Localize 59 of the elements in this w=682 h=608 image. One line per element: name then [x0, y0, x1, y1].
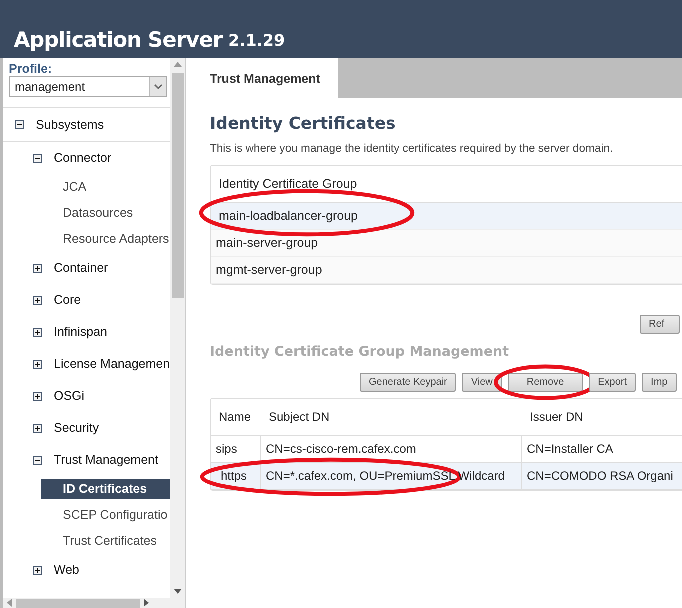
profile-label: Profile: — [9, 62, 54, 76]
tree-item[interactable]: Core — [54, 293, 82, 307]
expand-icon[interactable] — [33, 328, 42, 336]
tree-item[interactable]: SCEP Configuratio — [63, 508, 168, 522]
column-header: Issuer DN — [530, 410, 584, 424]
group-name: main-server-group — [216, 236, 318, 250]
collapse-icon[interactable] — [33, 154, 42, 162]
section-description: This is where you manage the identity certificates required by the server domain. — [210, 143, 614, 155]
tree-item[interactable]: Subsystems — [36, 118, 104, 132]
table-cell: CN=Installer CA — [527, 442, 614, 456]
action-button[interactable]: Remove — [508, 373, 584, 392]
tree-item[interactable]: Connector — [54, 151, 112, 165]
table-cell: sips — [216, 442, 238, 456]
scroll-down-icon[interactable] — [174, 589, 182, 594]
table-cell: CN=cs-cisco-rem.cafex.com — [266, 442, 416, 456]
vertical-scrollbar[interactable] — [170, 58, 185, 598]
scroll-right-icon[interactable] — [144, 599, 149, 607]
table-cell: CN=COMODO RSA Organi — [527, 469, 674, 483]
expand-icon[interactable] — [33, 296, 42, 304]
column-header: Subject DN — [269, 410, 330, 424]
version-label: 2.1.29 — [228, 31, 286, 50]
tree-item[interactable]: Security — [54, 421, 100, 435]
tree-item[interactable]: License Managemen — [54, 357, 170, 371]
group-row[interactable]: main-loadbalancer-group — [211, 203, 682, 230]
tree-item[interactable]: ID Certificates — [41, 479, 170, 499]
column-header: Identity Certificate Group — [219, 177, 358, 191]
chevron-down-icon — [154, 84, 162, 90]
expand-icon[interactable] — [33, 392, 42, 400]
action-button[interactable]: Imp — [642, 373, 677, 392]
tree-item[interactable]: Container — [54, 261, 108, 275]
column-header: Name — [219, 410, 252, 424]
tree-item[interactable]: Resource Adapters — [63, 232, 170, 246]
section-heading: Identity Certificate Group Management — [210, 344, 510, 360]
horizontal-scrollbar[interactable] — [3, 598, 185, 608]
table-cell: https — [221, 469, 248, 483]
tree-item[interactable]: Datasources — [63, 206, 134, 220]
expand-icon[interactable] — [33, 424, 42, 432]
tree-item[interactable]: Infinispan — [54, 325, 108, 339]
expand-icon[interactable] — [33, 264, 42, 272]
tree-item[interactable]: Trust Management — [54, 453, 158, 467]
group-row[interactable]: main-server-group — [211, 230, 682, 257]
group-row[interactable]: mgmt-server-group — [211, 257, 682, 284]
expand-icon[interactable] — [33, 566, 42, 574]
collapse-icon[interactable] — [33, 456, 42, 464]
tree-item[interactable]: Trust Certificates — [63, 534, 158, 548]
profile-select[interactable]: management — [9, 76, 167, 97]
app-title: Application Server — [14, 28, 222, 52]
tree-item[interactable]: OSGi — [54, 389, 85, 403]
tab[interactable]: Trust Management — [190, 58, 338, 98]
group-name: main-loadbalancer-group — [219, 209, 358, 223]
section-heading: Identity Certificates — [210, 114, 397, 133]
expand-icon[interactable] — [33, 360, 42, 368]
action-button[interactable]: Generate Keypair — [360, 373, 456, 392]
tree-item[interactable]: Web — [54, 563, 80, 577]
refresh-button[interactable]: Ref — [640, 315, 680, 334]
group-name: mgmt-server-group — [216, 263, 322, 277]
action-button[interactable]: Export — [589, 373, 636, 392]
collapse-icon[interactable] — [15, 120, 24, 129]
tree-item[interactable]: JCA — [63, 180, 87, 194]
